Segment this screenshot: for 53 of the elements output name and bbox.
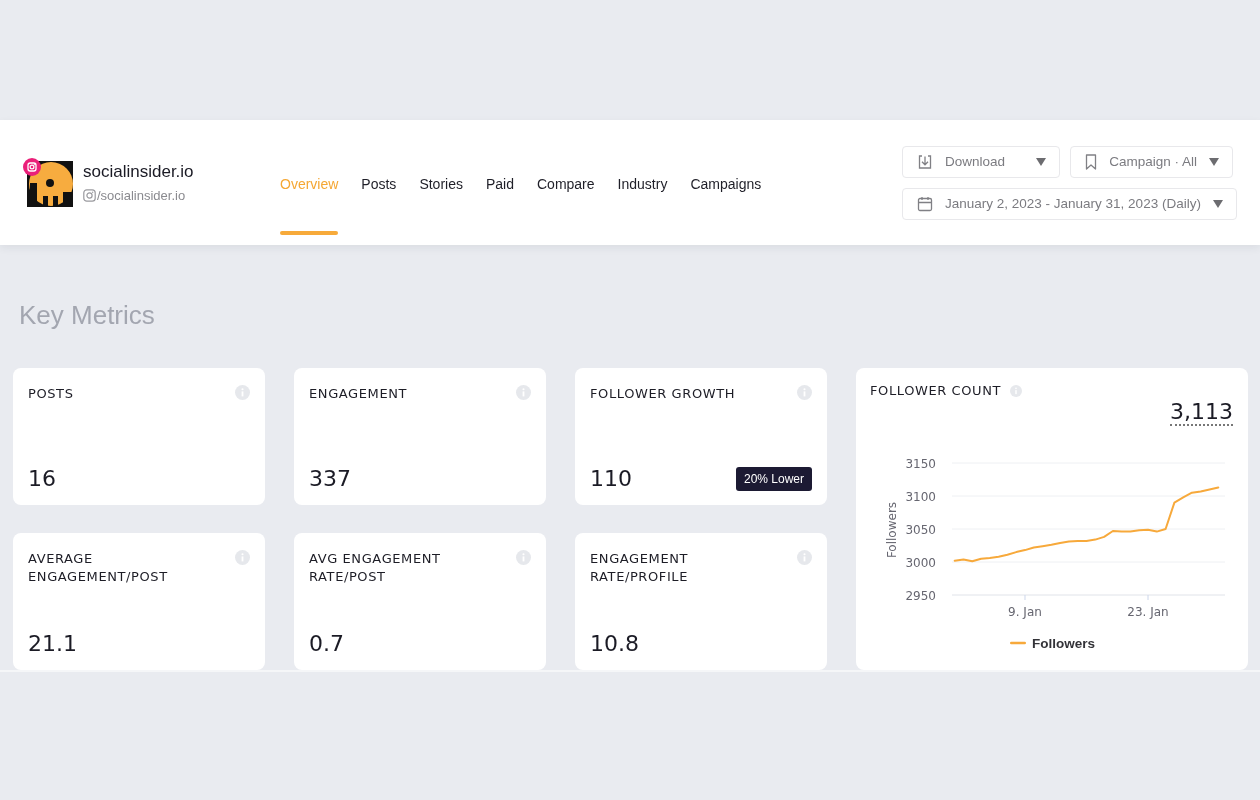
nav-tab[interactable]: Industry — [617, 170, 668, 235]
comparison-badge: 20% Lower — [735, 467, 812, 491]
caret-icon — [1209, 157, 1219, 166]
metric-title: AVERAGE ENGAGEMENT/POST — [28, 550, 168, 586]
info-icon[interactable] — [235, 550, 250, 565]
axis-tick-label: 3150 — [905, 456, 936, 471]
metric-value: 110 — [590, 466, 632, 492]
profile-name: socialinsider.io — [83, 161, 194, 182]
nav-tab[interactable]: Campaigns — [690, 170, 762, 235]
nav-tab[interactable]: Compare — [537, 170, 595, 235]
camera-icon — [83, 189, 96, 202]
axis-tick-label: 3100 — [905, 489, 936, 504]
logo-icon — [27, 161, 73, 207]
metric-value: 10.8 — [590, 631, 639, 657]
metric-value: 21.1 — [28, 631, 77, 657]
metric-title: ENGAGEMENT — [309, 385, 408, 403]
profile-handle: /socialinsider.io — [97, 187, 186, 204]
metric-value: 0.7 — [309, 631, 344, 657]
metric-title: POSTS — [28, 385, 74, 403]
metric-title: ENGAGEMENT RATE/PROFILE — [590, 550, 689, 586]
campaign-dropdown[interactable]: Campaign · All — [1070, 145, 1233, 178]
metric-title: FOLLOWER GROWTH — [590, 385, 736, 403]
follower-total: 3,113 — [1170, 400, 1233, 426]
info-icon[interactable] — [797, 385, 812, 400]
download-icon — [917, 153, 933, 170]
bookmark-icon — [1085, 153, 1098, 170]
info-icon[interactable] — [1010, 385, 1023, 397]
info-icon[interactable] — [516, 550, 531, 565]
date-range-picker[interactable]: January 2, 2023 - January 31, 2023 (Daily) — [902, 187, 1237, 220]
legend-label[interactable]: Followers — [1032, 635, 1095, 651]
metric-value: 16 — [28, 466, 56, 492]
axis-title: Followers — [884, 501, 899, 559]
axis-tick-label: 3000 — [905, 555, 936, 570]
caret-icon — [1036, 157, 1047, 166]
nav-tab[interactable]: Posts — [361, 170, 397, 235]
chart-title: FOLLOWER COUNT — [870, 382, 1002, 400]
metric-value: 337 — [309, 466, 351, 492]
section-title: Key Metrics — [19, 300, 155, 330]
calendar-icon — [917, 195, 933, 212]
caret-icon — [1212, 199, 1223, 208]
axis-tick-label: 3050 — [905, 522, 936, 537]
metric-title: AVG ENGAGEMENT RATE/POST — [309, 550, 441, 586]
nav-tab[interactable]: Paid — [485, 170, 514, 235]
axis-tick-label: 2950 — [905, 588, 936, 603]
axis-tick-label: 23. Jan — [1127, 604, 1169, 619]
axis-tick-label: 9. Jan — [1008, 604, 1042, 619]
legend-line-icon — [1010, 641, 1026, 645]
info-icon[interactable] — [797, 550, 812, 565]
camera-icon — [23, 158, 41, 176]
nav-tab[interactable]: Stories — [419, 170, 463, 235]
download-button[interactable]: Download — [902, 145, 1061, 178]
info-icon[interactable] — [235, 385, 250, 400]
info-icon[interactable] — [516, 385, 531, 400]
